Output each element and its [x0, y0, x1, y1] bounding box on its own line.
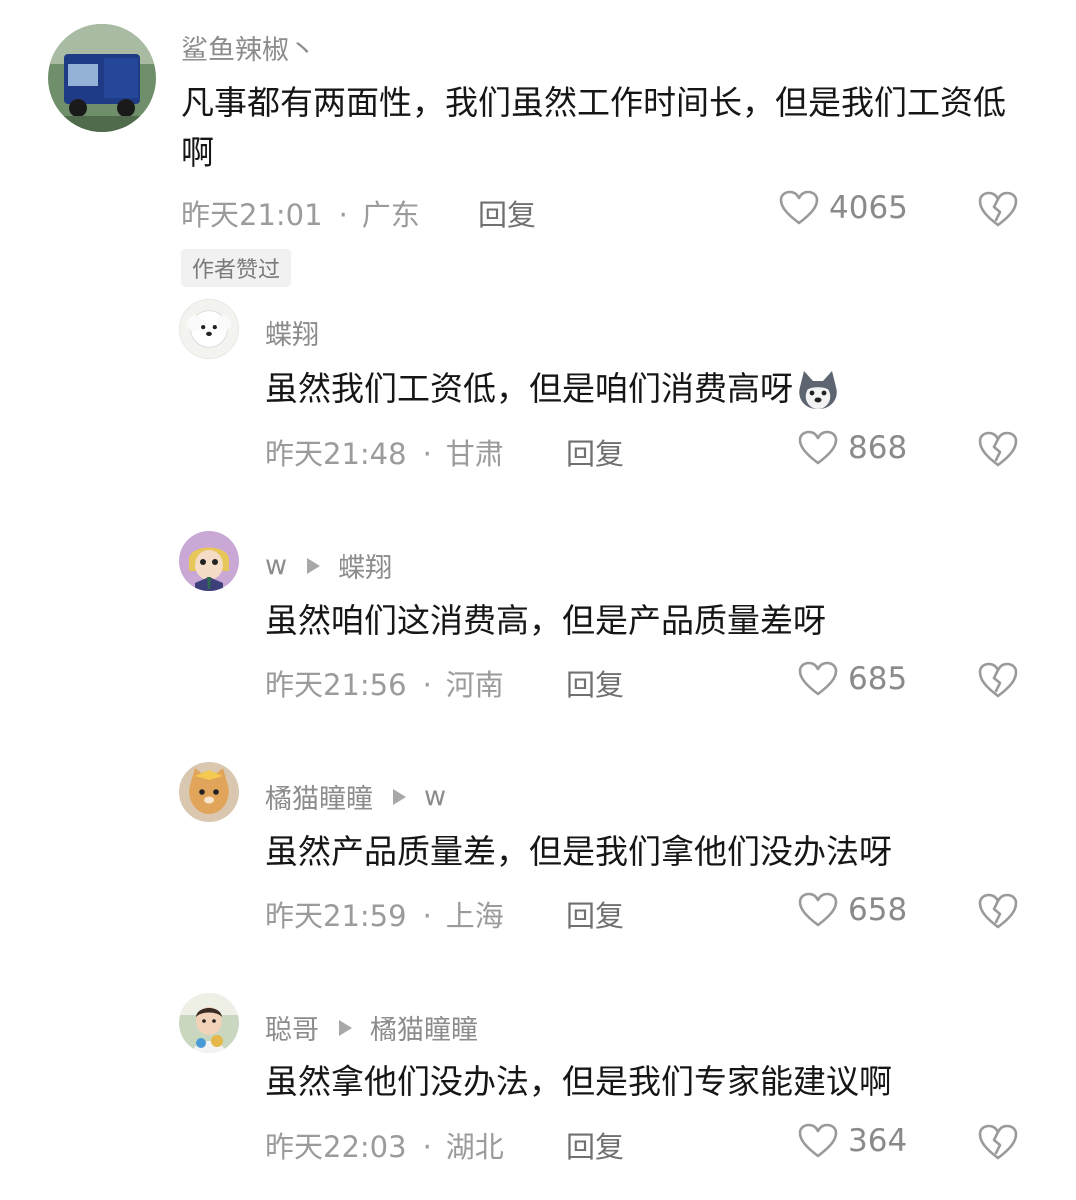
- reply-text: 虽然拿他们没办法，但是我们专家能建议啊: [265, 1062, 892, 1101]
- comment-text: 凡事都有两面性，我们虽然工作时间长，但是我们工资低啊: [181, 83, 1006, 172]
- avatar[interactable]: [179, 299, 239, 359]
- heart-outline-icon: [798, 1123, 838, 1158]
- like-count: 4065: [829, 190, 908, 226]
- reply-time: 昨天22:03: [265, 1130, 407, 1164]
- broken-heart-icon[interactable]: [977, 661, 1019, 699]
- like-button[interactable]: 868: [798, 430, 907, 466]
- reply-button[interactable]: 回复: [478, 192, 536, 234]
- reply-text: 虽然咱们这消费高，但是产品质量差呀: [265, 601, 826, 640]
- orange-cat-avatar: [179, 762, 239, 822]
- reply-arrow-icon: [339, 1019, 352, 1036]
- author-liked-badge: 作者赞过: [181, 249, 292, 287]
- comment-location: 广东: [361, 198, 420, 232]
- reply-text: 虽然我们工资低，但是咱们消费高呀: [265, 364, 841, 414]
- comment-meta: 昨天21:01 · 广东: [181, 192, 420, 234]
- reply-to-username: 橘猫瞳瞳: [370, 1015, 478, 1046]
- reply-meta: 昨天21:59 · 上海: [265, 893, 504, 935]
- like-count: 658: [848, 892, 908, 928]
- reply-meta: 昨天22:03 · 湖北: [265, 1124, 504, 1166]
- comment-time: 昨天21:01: [181, 198, 323, 232]
- reply-button[interactable]: 回复: [566, 893, 624, 935]
- reply-location: 上海: [445, 899, 504, 933]
- reply-meta: 昨天21:48 · 甘肃: [265, 431, 504, 473]
- like-button[interactable]: 4065: [779, 190, 908, 226]
- like-button[interactable]: 364: [798, 1123, 907, 1159]
- broken-heart-icon[interactable]: [977, 892, 1019, 930]
- reply-username[interactable]: 蝶翔: [265, 313, 319, 352]
- husky-emoji: [799, 370, 837, 409]
- reply-time: 昨天21:59: [265, 899, 407, 933]
- reply-button[interactable]: 回复: [566, 1124, 624, 1166]
- like-count: 364: [848, 1123, 908, 1159]
- white-dog-avatar: [180, 300, 238, 358]
- avatar[interactable]: [179, 531, 239, 591]
- heart-outline-icon: [798, 430, 838, 465]
- heart-outline-icon: [798, 892, 838, 927]
- like-button[interactable]: 685: [798, 661, 907, 697]
- broken-heart-icon[interactable]: [977, 1123, 1019, 1161]
- broken-heart-icon[interactable]: [977, 430, 1019, 468]
- reply-to-username: w: [424, 781, 447, 812]
- separator-dot: ·: [422, 437, 432, 471]
- reply-arrow-icon: [393, 788, 406, 805]
- heart-outline-icon: [798, 661, 838, 696]
- separator-dot: ·: [338, 198, 348, 232]
- reply-arrow-icon: [307, 557, 321, 574]
- cartoon-character-avatar: [179, 531, 239, 591]
- reply-meta: 昨天21:56 · 河南: [265, 662, 504, 704]
- reply-username[interactable]: 聪哥 橘猫瞳瞳: [265, 1008, 478, 1047]
- avatar[interactable]: [179, 993, 239, 1053]
- reply-username[interactable]: w 蝶翔: [265, 546, 392, 585]
- separator-dot: ·: [422, 1130, 432, 1164]
- reply-username[interactable]: 橘猫瞳瞳 w: [265, 777, 446, 816]
- separator-dot: ·: [422, 668, 432, 702]
- like-count: 868: [848, 430, 908, 466]
- reply-location: 河南: [445, 668, 504, 702]
- reply-text: 虽然产品质量差，但是我们拿他们没办法呀: [265, 832, 892, 871]
- blue-truck-avatar: [48, 24, 156, 132]
- like-button[interactable]: 658: [798, 892, 907, 928]
- reply-to-username: 蝶翔: [338, 553, 393, 584]
- separator-dot: ·: [422, 899, 432, 933]
- reply-location: 甘肃: [445, 437, 504, 471]
- comment-username[interactable]: 鲨鱼辣椒丶: [181, 28, 316, 67]
- reply-time: 昨天21:56: [265, 668, 407, 702]
- reply-button[interactable]: 回复: [566, 662, 624, 704]
- heart-outline-icon: [779, 190, 819, 225]
- reply-time: 昨天21:48: [265, 437, 407, 471]
- reply-location: 湖北: [445, 1130, 504, 1164]
- broken-heart-icon[interactable]: [977, 190, 1019, 228]
- avatar[interactable]: [179, 762, 239, 822]
- baby-avatar: [179, 993, 239, 1053]
- avatar[interactable]: [48, 24, 156, 132]
- like-count: 685: [848, 661, 908, 697]
- reply-button[interactable]: 回复: [566, 431, 624, 473]
